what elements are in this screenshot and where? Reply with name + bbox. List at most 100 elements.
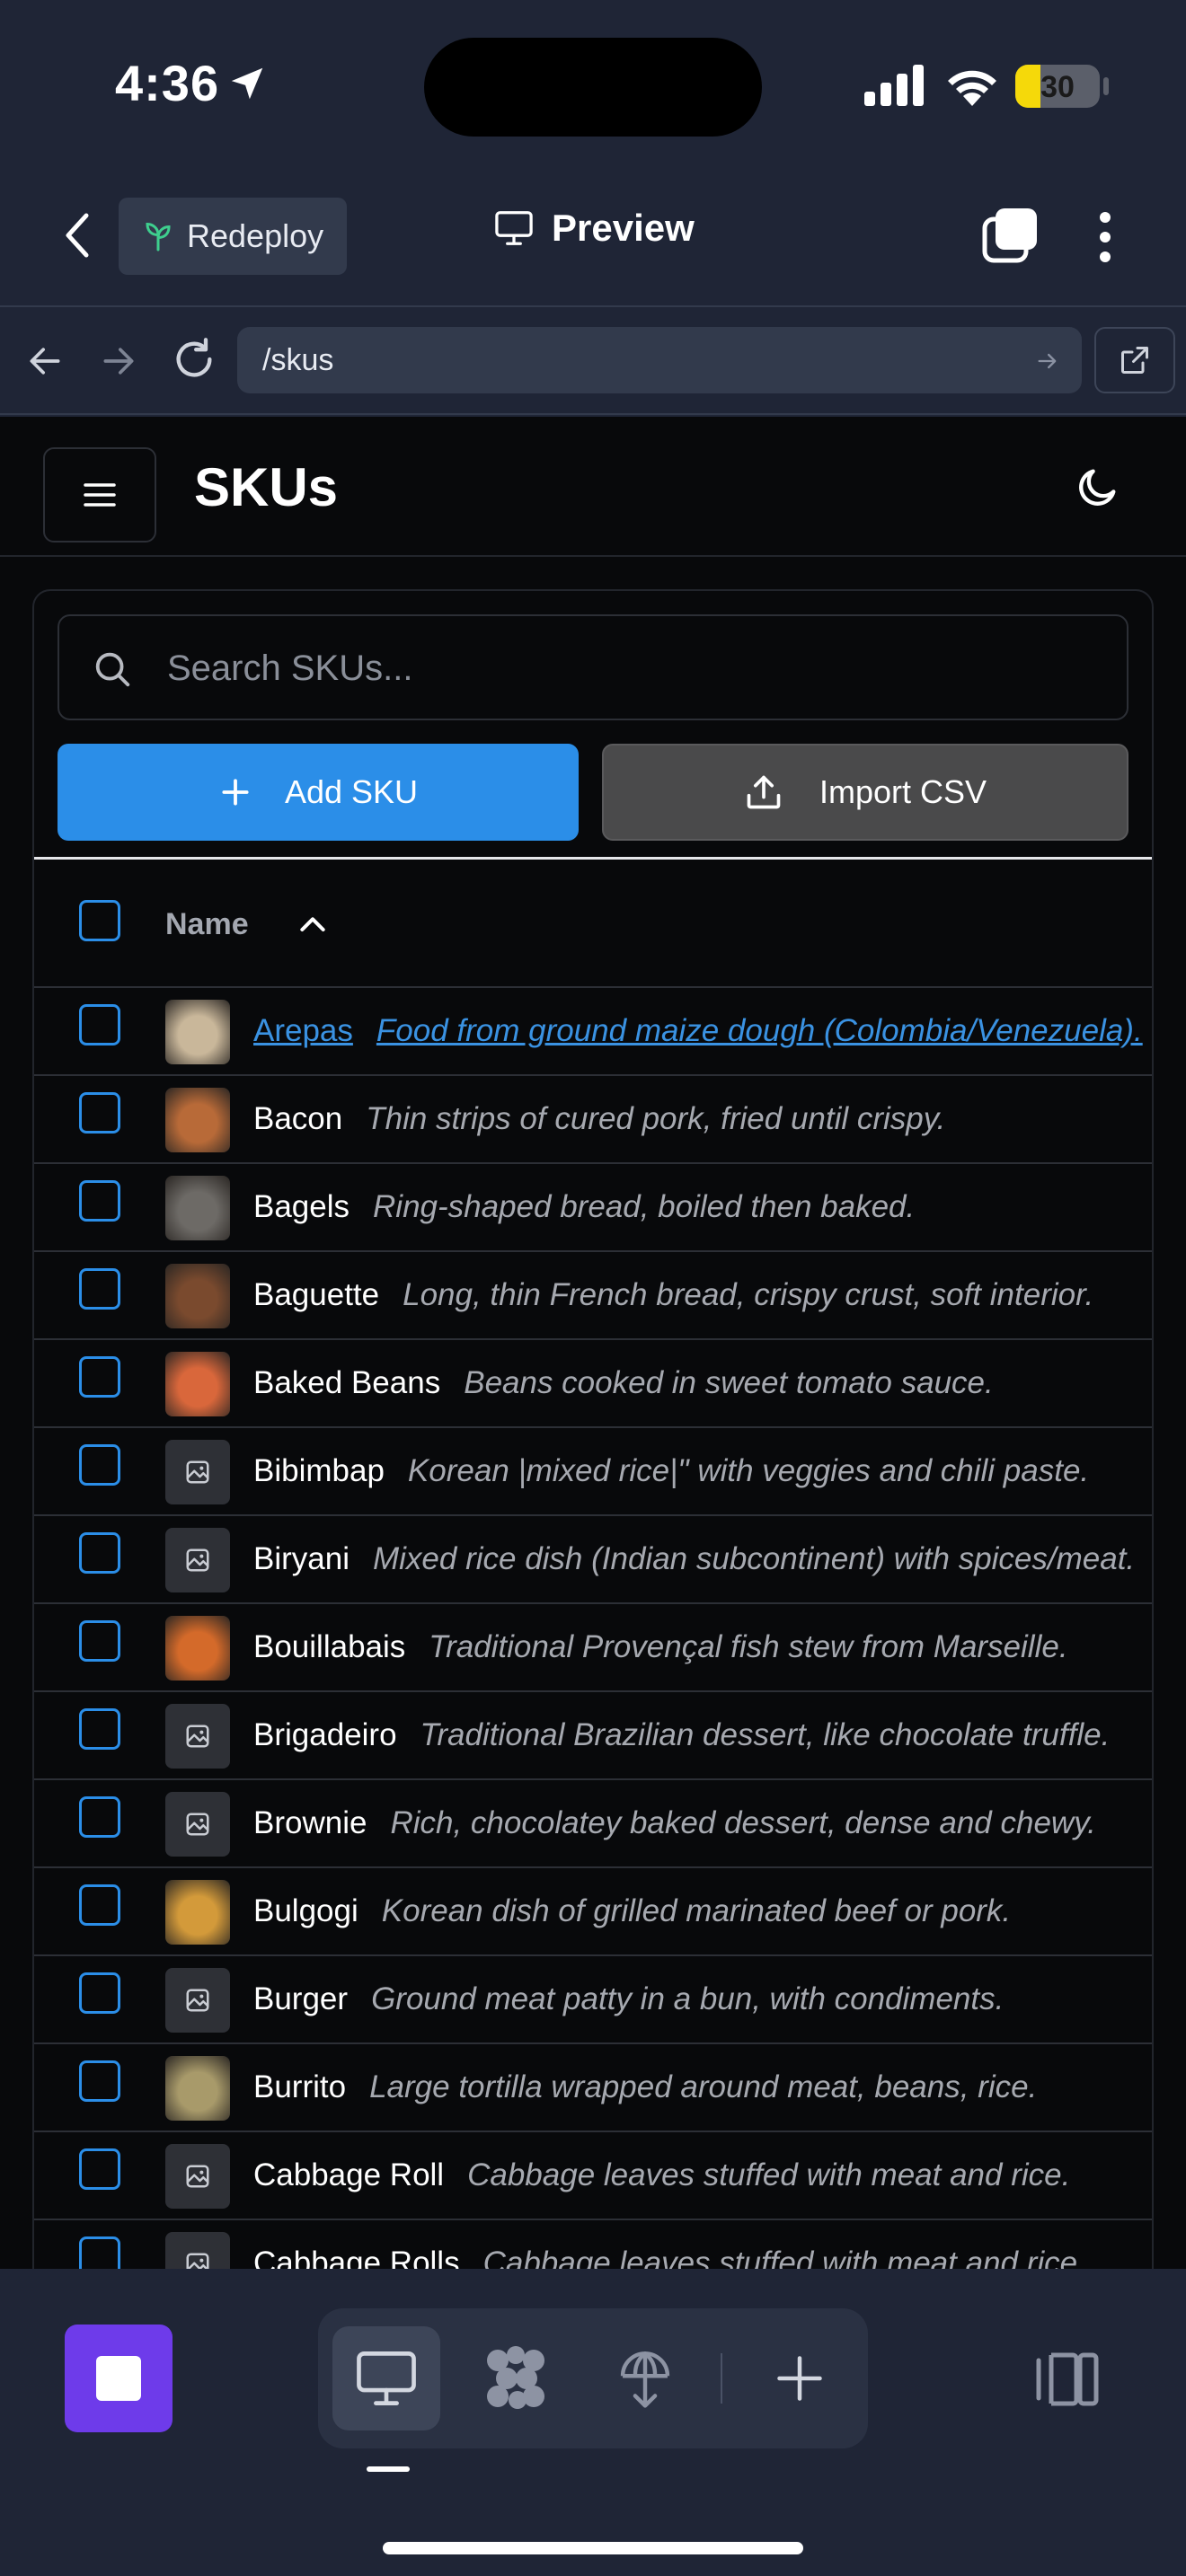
sku-name: Bibimbap (253, 1453, 385, 1488)
row-text: Bulgogi Korean dish of grilled marinated … (253, 1893, 1011, 1929)
plus-icon (222, 779, 249, 806)
search-box[interactable] (58, 614, 1128, 720)
sku-card: Add SKU Import CSV Name Arepas Food from … (32, 589, 1154, 2269)
tabs-icon[interactable] (981, 207, 1039, 264)
sku-name: Bouillabais (253, 1629, 406, 1664)
sku-description: Rich, chocolatey baked dessert, dense an… (390, 1805, 1096, 1840)
row-checkbox[interactable] (79, 1972, 120, 2014)
row-checkbox[interactable] (79, 1444, 120, 1486)
table-row[interactable]: Bulgogi Korean dish of grilled marinated … (34, 1868, 1152, 1956)
sku-description: Korean |mixed rice|" with veggies and ch… (407, 1453, 1090, 1488)
table-row[interactable]: Bagels Ring-shaped bread, boiled then bak… (34, 1164, 1152, 1252)
back-chevron-icon[interactable] (56, 207, 101, 264)
table-row[interactable]: Baguette Long, thin French bread, crispy … (34, 1252, 1152, 1340)
image-placeholder-icon (165, 2144, 230, 2209)
sku-description: Ring-shaped bread, boiled then baked. (373, 1189, 916, 1224)
import-csv-button[interactable]: Import CSV (602, 744, 1128, 841)
url-field[interactable]: /skus (237, 327, 1082, 393)
add-sku-button[interactable]: Add SKU (58, 744, 579, 841)
row-checkbox[interactable] (79, 1268, 120, 1310)
select-all-checkbox[interactable] (79, 900, 120, 941)
stop-button[interactable] (65, 2325, 173, 2432)
sku-description: Thin strips of cured pork, fried until c… (366, 1101, 946, 1136)
row-checkbox[interactable] (79, 2236, 120, 2269)
menu-button[interactable] (43, 447, 156, 543)
row-text: Biryani Mixed rice dish (Indian subcontin… (253, 1541, 1135, 1577)
sku-name: Brigadeiro (253, 1717, 397, 1752)
stop-icon (96, 2356, 141, 2401)
row-checkbox[interactable] (79, 1796, 120, 1838)
table-row[interactable]: Burrito Large tortilla wrapped around mea… (34, 2044, 1152, 2132)
monitor-icon (495, 211, 533, 245)
table-row[interactable]: Brigadeiro Traditional Brazilian dessert,… (34, 1692, 1152, 1780)
browser-back-icon[interactable] (25, 341, 65, 381)
sku-name: Brownie (253, 1805, 367, 1840)
new-tab-button[interactable] (746, 2326, 854, 2430)
sku-name: Burrito (253, 2069, 347, 2104)
status-time: 4:36 (115, 55, 220, 111)
table-divider (34, 857, 1152, 860)
sku-description: Large tortilla wrapped around meat, bean… (369, 2069, 1038, 2104)
row-checkbox[interactable] (79, 1180, 120, 1222)
row-text: Bibimbap Korean |mixed rice|" with veggie… (253, 1453, 1089, 1489)
apps-tool-button[interactable] (462, 2326, 570, 2430)
sku-description: Traditional Brazilian dessert, like choc… (420, 1717, 1111, 1752)
sku-description: Korean dish of grilled marinated beef or… (381, 1893, 1012, 1928)
search-input[interactable] (167, 643, 1102, 693)
sku-name: Bacon (253, 1101, 343, 1136)
image-placeholder-icon (165, 1968, 230, 2033)
table-row[interactable]: Biryani Mixed rice dish (Indian subcontin… (34, 1516, 1152, 1604)
row-checkbox[interactable] (79, 1004, 120, 1045)
sku-description: Cabbage leaves stuffed with meat and ric… (467, 2157, 1071, 2192)
go-arrow-icon[interactable] (1035, 348, 1060, 374)
open-external-button[interactable] (1094, 327, 1175, 393)
browser-forward-icon[interactable] (99, 341, 138, 381)
table-row[interactable]: Bacon Thin strips of cured pork, fried un… (34, 1076, 1152, 1164)
sku-name: Bagels (253, 1189, 350, 1224)
row-checkbox[interactable] (79, 1884, 120, 1926)
upload-icon (747, 775, 781, 809)
table-row[interactable]: Bouillabais Traditional Provençal fish st… (34, 1604, 1152, 1692)
sku-name: Bulgogi (253, 1893, 358, 1928)
row-checkbox[interactable] (79, 1356, 120, 1398)
column-header-name[interactable]: Name (165, 907, 249, 942)
food-thumbnail (165, 1088, 230, 1152)
row-checkbox[interactable] (79, 1092, 120, 1134)
table-row[interactable]: Brownie Rich, chocolatey baked dessert, d… (34, 1780, 1152, 1868)
row-checkbox[interactable] (79, 1708, 120, 1750)
food-thumbnail (165, 1352, 230, 1416)
sku-name: Cabbage Rolls (253, 2245, 460, 2269)
preview-tool-button[interactable] (332, 2326, 440, 2430)
moon-icon[interactable] (1075, 463, 1121, 510)
row-checkbox[interactable] (79, 2148, 120, 2190)
more-options-icon[interactable] (1091, 210, 1120, 264)
deploy-tool-button[interactable] (591, 2326, 699, 2430)
battery-tip (1103, 77, 1109, 95)
table-row[interactable]: Burger Ground meat patty in a bun, with c… (34, 1956, 1152, 2044)
sku-name[interactable]: Arepas (253, 1013, 353, 1048)
table-row[interactable]: Cabbage Roll Cabbage leaves stuffed with … (34, 2132, 1152, 2220)
battery-indicator: 30 (1015, 65, 1100, 108)
add-sku-label: Add SKU (284, 773, 419, 810)
table-row[interactable]: Bibimbap Korean |mixed rice|" with veggie… (34, 1428, 1152, 1516)
sku-description: Beans cooked in sweet tomato sauce. (464, 1365, 994, 1400)
sort-ascending-icon[interactable] (295, 907, 331, 943)
table-row[interactable]: Arepas Food from ground maize dough (Colo… (34, 988, 1152, 1076)
row-text: Bouillabais Traditional Provençal fish st… (253, 1629, 1068, 1665)
row-checkbox[interactable] (79, 1532, 120, 1574)
hamburger-menu-icon (84, 483, 116, 507)
sku-description[interactable]: Food from ground maize dough (Colombia/V… (376, 1013, 1143, 1048)
image-placeholder-icon (165, 2232, 230, 2269)
blocks-icon (487, 2346, 544, 2409)
sku-description: Mixed rice dish (Indian subcontinent) wi… (372, 1541, 1136, 1576)
row-checkbox[interactable] (79, 2060, 120, 2102)
sku-description: Ground meat patty in a bun, with condime… (371, 1981, 1005, 2016)
row-checkbox[interactable] (79, 1620, 120, 1662)
redeploy-button[interactable]: Redeploy (119, 198, 347, 275)
table-row[interactable]: Cabbage Rolls Cabbage leaves stuffed with… (34, 2220, 1152, 2269)
cellular-signal-icon (864, 65, 924, 106)
table-row[interactable]: Baked Beans Beans cooked in sweet tomato … (34, 1340, 1152, 1428)
row-text: Cabbage Rolls Cabbage leaves stuffed with… (253, 2245, 1086, 2269)
panel-layout-icon[interactable] (1033, 2351, 1100, 2407)
reload-icon[interactable] (171, 336, 217, 383)
